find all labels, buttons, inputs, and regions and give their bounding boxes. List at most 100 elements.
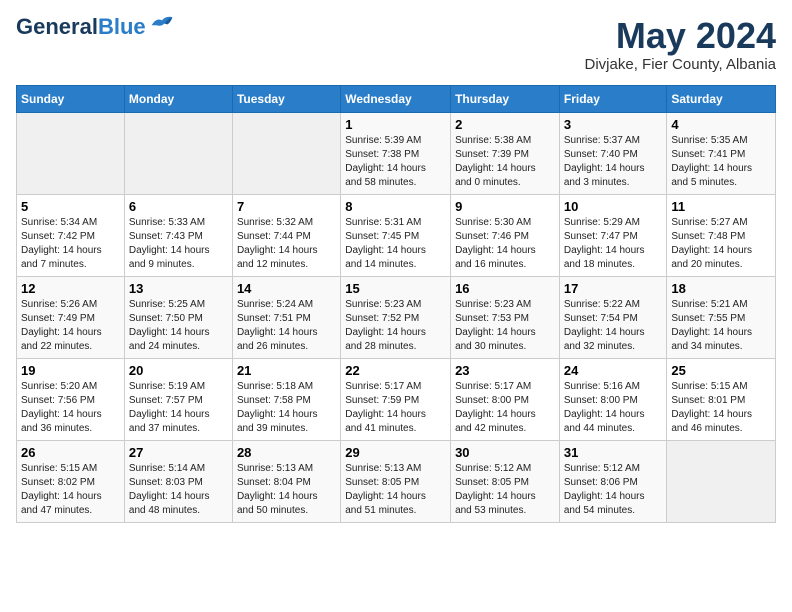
calendar-cell: 17Sunrise: 5:22 AMSunset: 7:54 PMDayligh… [559, 276, 667, 358]
day-number: 5 [21, 199, 120, 214]
calendar-cell [232, 112, 340, 194]
day-info: Sunrise: 5:15 AMSunset: 8:01 PMDaylight:… [671, 380, 771, 436]
day-info: Sunrise: 5:35 AMSunset: 7:41 PMDaylight:… [671, 134, 771, 190]
calendar-cell: 15 Sunrise: 5:23 AMSunset: 7:52 PMDayligh… [341, 276, 451, 358]
day-info: Sunrise: 5:26 AMSunset: 7:49 PMDaylight:… [21, 298, 120, 354]
calendar-cell: 30 Sunrise: 5:12 AMSunset: 8:05 PMDayligh… [451, 440, 560, 522]
day-info: Sunrise: 5:31 AMSunset: 7:45 PMDaylight:… [345, 216, 446, 272]
calendar-cell: 20 Sunrise: 5:19 AMSunset: 7:57 PMDayligh… [124, 358, 232, 440]
calendar-table: SundayMondayTuesdayWednesdayThursdayFrid… [16, 85, 776, 523]
calendar-cell: 13 Sunrise: 5:25 AMSunset: 7:50 PMDayligh… [124, 276, 232, 358]
day-number: 10 [564, 199, 663, 214]
logo-bird-icon [150, 13, 174, 31]
page-header: GeneralBlue May 2024 Divjake, Fier Count… [16, 16, 776, 73]
calendar-cell [124, 112, 232, 194]
days-of-week-row: SundayMondayTuesdayWednesdayThursdayFrid… [17, 85, 776, 112]
calendar-cell: 16Sunrise: 5:23 AMSunset: 7:53 PMDayligh… [451, 276, 560, 358]
calendar-week-3: 12Sunrise: 5:26 AMSunset: 7:49 PMDayligh… [17, 276, 776, 358]
calendar-cell: 21 Sunrise: 5:18 AMSunset: 7:58 PMDayligh… [232, 358, 340, 440]
day-number: 18 [671, 281, 771, 296]
calendar-cell: 6 Sunrise: 5:33 AMSunset: 7:43 PMDaylight… [124, 194, 232, 276]
day-info: Sunrise: 5:23 AMSunset: 7:52 PMDaylight:… [345, 298, 446, 354]
day-number: 22 [345, 363, 446, 378]
day-info: Sunrise: 5:27 AMSunset: 7:48 PMDaylight:… [671, 216, 771, 272]
calendar-week-1: 1Sunrise: 5:39 AMSunset: 7:38 PMDaylight… [17, 112, 776, 194]
day-info: Sunrise: 5:14 AMSunset: 8:03 PMDaylight:… [129, 462, 228, 518]
logo-blue: Blue [98, 14, 146, 39]
day-info: Sunrise: 5:25 AMSunset: 7:50 PMDaylight:… [129, 298, 228, 354]
day-number: 2 [455, 117, 555, 132]
calendar-cell: 24 Sunrise: 5:16 AMSunset: 8:00 PMDayligh… [559, 358, 667, 440]
calendar-cell: 1Sunrise: 5:39 AMSunset: 7:38 PMDaylight… [341, 112, 451, 194]
calendar-cell: 27 Sunrise: 5:14 AMSunset: 8:03 PMDayligh… [124, 440, 232, 522]
day-info: Sunrise: 5:20 AMSunset: 7:56 PMDaylight:… [21, 380, 120, 436]
calendar-cell: 19 Sunrise: 5:20 AMSunset: 7:56 PMDayligh… [17, 358, 125, 440]
calendar-cell: 10 Sunrise: 5:29 AMSunset: 7:47 PMDayligh… [559, 194, 667, 276]
day-number: 9 [455, 199, 555, 214]
day-number: 25 [671, 363, 771, 378]
day-number: 15 [345, 281, 446, 296]
logo: GeneralBlue [16, 16, 174, 38]
title-block: May 2024 Divjake, Fier County, Albania [585, 16, 776, 73]
day-info: Sunrise: 5:23 AMSunset: 7:53 PMDaylight:… [455, 298, 555, 354]
calendar-cell: 31 Sunrise: 5:12 AMSunset: 8:06 PMDayligh… [559, 440, 667, 522]
day-info: Sunrise: 5:21 AMSunset: 7:55 PMDaylight:… [671, 298, 771, 354]
calendar-cell: 12Sunrise: 5:26 AMSunset: 7:49 PMDayligh… [17, 276, 125, 358]
calendar-cell: 23Sunrise: 5:17 AMSunset: 8:00 PMDayligh… [451, 358, 560, 440]
day-number: 3 [564, 117, 663, 132]
calendar-cell: 29Sunrise: 5:13 AMSunset: 8:05 PMDayligh… [341, 440, 451, 522]
day-of-week-wednesday: Wednesday [341, 85, 451, 112]
day-info: Sunrise: 5:12 AMSunset: 8:05 PMDaylight:… [455, 462, 555, 518]
day-number: 6 [129, 199, 228, 214]
day-info: Sunrise: 5:34 AMSunset: 7:42 PMDaylight:… [21, 216, 120, 272]
day-of-week-thursday: Thursday [451, 85, 560, 112]
day-info: Sunrise: 5:22 AMSunset: 7:54 PMDaylight:… [564, 298, 663, 354]
calendar-cell: 26 Sunrise: 5:15 AMSunset: 8:02 PMDayligh… [17, 440, 125, 522]
day-info: Sunrise: 5:29 AMSunset: 7:47 PMDaylight:… [564, 216, 663, 272]
day-info: Sunrise: 5:19 AMSunset: 7:57 PMDaylight:… [129, 380, 228, 436]
calendar-cell: 25 Sunrise: 5:15 AMSunset: 8:01 PMDayligh… [667, 358, 776, 440]
day-number: 21 [237, 363, 336, 378]
day-of-week-sunday: Sunday [17, 85, 125, 112]
day-info: Sunrise: 5:33 AMSunset: 7:43 PMDaylight:… [129, 216, 228, 272]
day-number: 1 [345, 117, 446, 132]
calendar-cell: 28Sunrise: 5:13 AMSunset: 8:04 PMDayligh… [232, 440, 340, 522]
calendar-cell: 3 Sunrise: 5:37 AMSunset: 7:40 PMDaylight… [559, 112, 667, 194]
day-of-week-saturday: Saturday [667, 85, 776, 112]
day-number: 30 [455, 445, 555, 460]
calendar-week-5: 26 Sunrise: 5:15 AMSunset: 8:02 PMDayligh… [17, 440, 776, 522]
day-number: 13 [129, 281, 228, 296]
calendar-cell: 8Sunrise: 5:31 AMSunset: 7:45 PMDaylight… [341, 194, 451, 276]
day-info: Sunrise: 5:12 AMSunset: 8:06 PMDaylight:… [564, 462, 663, 518]
day-number: 24 [564, 363, 663, 378]
day-number: 19 [21, 363, 120, 378]
day-info: Sunrise: 5:37 AMSunset: 7:40 PMDaylight:… [564, 134, 663, 190]
day-number: 26 [21, 445, 120, 460]
day-number: 11 [671, 199, 771, 214]
day-number: 20 [129, 363, 228, 378]
day-info: Sunrise: 5:16 AMSunset: 8:00 PMDaylight:… [564, 380, 663, 436]
calendar-header: SundayMondayTuesdayWednesdayThursdayFrid… [17, 85, 776, 112]
day-number: 27 [129, 445, 228, 460]
calendar-cell [667, 440, 776, 522]
calendar-cell: 7Sunrise: 5:32 AMSunset: 7:44 PMDaylight… [232, 194, 340, 276]
calendar-cell: 2 Sunrise: 5:38 AMSunset: 7:39 PMDaylight… [451, 112, 560, 194]
calendar-cell: 9 Sunrise: 5:30 AMSunset: 7:46 PMDaylight… [451, 194, 560, 276]
day-of-week-friday: Friday [559, 85, 667, 112]
day-number: 31 [564, 445, 663, 460]
day-of-week-tuesday: Tuesday [232, 85, 340, 112]
calendar-cell: 14Sunrise: 5:24 AMSunset: 7:51 PMDayligh… [232, 276, 340, 358]
day-info: Sunrise: 5:18 AMSunset: 7:58 PMDaylight:… [237, 380, 336, 436]
calendar-cell: 11 Sunrise: 5:27 AMSunset: 7:48 PMDayligh… [667, 194, 776, 276]
logo-text: GeneralBlue [16, 16, 146, 38]
day-info: Sunrise: 5:38 AMSunset: 7:39 PMDaylight:… [455, 134, 555, 190]
calendar-cell [17, 112, 125, 194]
day-info: Sunrise: 5:15 AMSunset: 8:02 PMDaylight:… [21, 462, 120, 518]
calendar-body: 1Sunrise: 5:39 AMSunset: 7:38 PMDaylight… [17, 112, 776, 522]
day-info: Sunrise: 5:24 AMSunset: 7:51 PMDaylight:… [237, 298, 336, 354]
day-number: 28 [237, 445, 336, 460]
day-info: Sunrise: 5:30 AMSunset: 7:46 PMDaylight:… [455, 216, 555, 272]
calendar-cell: 5 Sunrise: 5:34 AMSunset: 7:42 PMDaylight… [17, 194, 125, 276]
location-text: Divjake, Fier County, Albania [585, 56, 776, 73]
day-info: Sunrise: 5:13 AMSunset: 8:05 PMDaylight:… [345, 462, 446, 518]
